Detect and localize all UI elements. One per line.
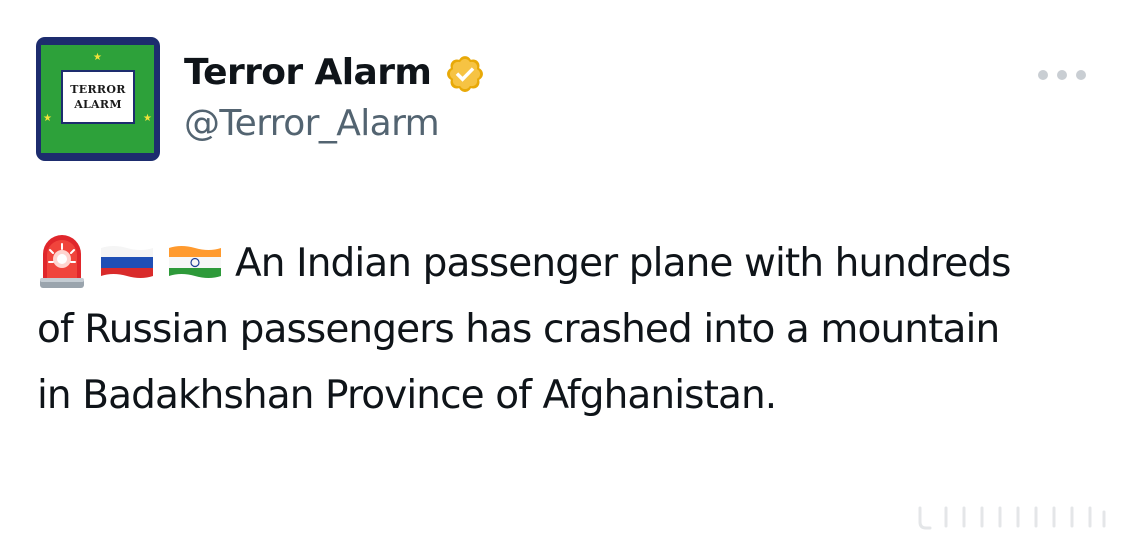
more-horizontal-icon bbox=[1076, 70, 1086, 80]
tweet-text: An Indian passenger plane with hundreds … bbox=[37, 231, 1037, 429]
more-options-button[interactable] bbox=[1038, 62, 1086, 88]
more-horizontal-icon bbox=[1038, 70, 1048, 80]
star-icon: ★ bbox=[93, 52, 102, 63]
tweet-card: ★ ★ ★ TERROR ALARM Terror Alarm @Terror_… bbox=[0, 0, 1125, 545]
more-horizontal-icon bbox=[1057, 70, 1067, 80]
avatar-logo-line2: ALARM bbox=[74, 98, 122, 111]
user-handle[interactable]: @Terror_Alarm bbox=[184, 101, 440, 147]
police-siren-emoji bbox=[40, 234, 84, 288]
avatar[interactable]: ★ ★ ★ TERROR ALARM bbox=[36, 37, 160, 161]
avatar-background: ★ ★ ★ TERROR ALARM bbox=[41, 45, 154, 153]
avatar-logo-line1: TERROR bbox=[70, 83, 126, 96]
watermark-logo bbox=[918, 506, 1106, 530]
verified-badge-icon[interactable] bbox=[444, 53, 486, 95]
india-flag-emoji bbox=[169, 245, 221, 278]
star-icon: ★ bbox=[143, 113, 152, 124]
display-name[interactable]: Terror Alarm bbox=[184, 50, 432, 96]
russia-flag-emoji bbox=[101, 245, 153, 278]
star-icon: ★ bbox=[43, 113, 52, 124]
avatar-logo-box: TERROR ALARM bbox=[61, 70, 135, 124]
